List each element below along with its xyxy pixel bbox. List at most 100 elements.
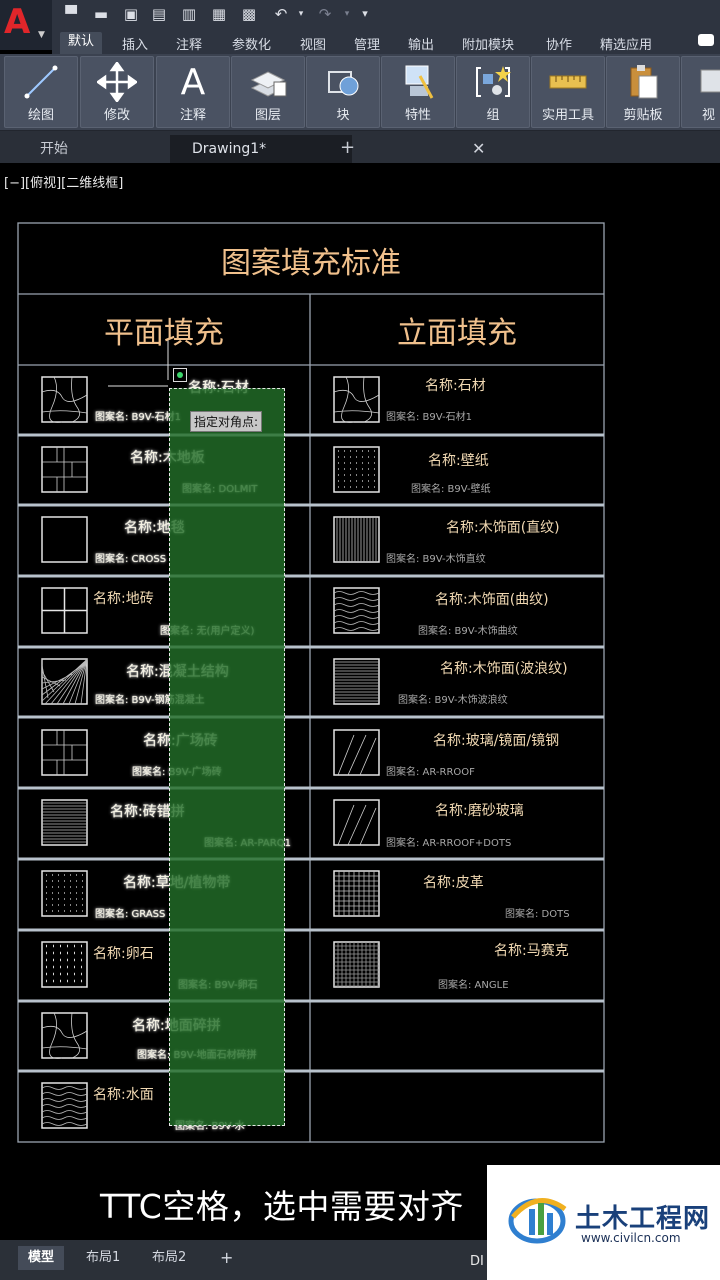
save-icon[interactable]: ▣ bbox=[122, 5, 140, 23]
elevation-fill-name: 名称:玻璃/镜面/镜钢 bbox=[433, 733, 560, 749]
modify-button[interactable]: 修改 bbox=[80, 56, 154, 128]
plan-pattern-swatch bbox=[41, 941, 88, 988]
watermark-title: 土木工程网 bbox=[575, 1204, 711, 1234]
civilcn-logo-icon bbox=[508, 1198, 567, 1244]
watermark: 土木工程网 www.civilcn.com bbox=[487, 1165, 720, 1280]
annotate-label: 注释 bbox=[179, 108, 206, 123]
plan-pattern-swatch bbox=[41, 587, 88, 634]
elevation-fill-name: 名称:木饰面(波浪纹) bbox=[440, 661, 568, 677]
elevation-fill-pattern: 图案名: DOTS bbox=[505, 909, 570, 920]
view-button[interactable]: 视 bbox=[681, 56, 720, 128]
properties-label: 特性 bbox=[404, 108, 431, 123]
elevation-fill-pattern: 图案名: B9V-木饰曲纹 bbox=[418, 626, 518, 637]
viewport-controls[interactable]: [−][俯视][二维线框] bbox=[4, 172, 123, 191]
annotate-button[interactable]: A 注释 bbox=[156, 56, 230, 128]
plan-pattern-swatch bbox=[41, 870, 88, 917]
plan-fill-name: 名称:水面 bbox=[93, 1087, 154, 1103]
group-icon bbox=[476, 66, 511, 97]
tab-model[interactable]: 模型 bbox=[18, 1246, 65, 1270]
redo-icon[interactable]: ↷ bbox=[316, 5, 334, 23]
undo-dropdown-icon[interactable]: ▾ bbox=[292, 5, 310, 23]
line-draw-icon bbox=[24, 65, 58, 99]
elevation-fill-name: 名称:木饰面(曲纹) bbox=[435, 592, 549, 608]
application-menu-button[interactable]: A ▼ bbox=[0, 0, 52, 50]
plan-pattern-swatch bbox=[41, 799, 88, 846]
block-icon bbox=[328, 71, 359, 96]
tab-default[interactable]: 默认 bbox=[60, 32, 103, 54]
tab-parametric[interactable]: 参数化 bbox=[232, 34, 271, 53]
open-folder-icon[interactable]: ▬ bbox=[92, 5, 110, 23]
plan-fill-header: 平面填充 bbox=[104, 316, 224, 351]
properties-button[interactable]: 特性 bbox=[381, 56, 455, 128]
plan-fill-name: 名称:地砖 bbox=[93, 591, 154, 607]
tab-layout1[interactable]: 布局1 bbox=[76, 1246, 130, 1270]
command-tooltip: 指定对角点: bbox=[190, 411, 263, 432]
layers-icon bbox=[250, 71, 287, 97]
tab-manage[interactable]: 管理 bbox=[354, 34, 380, 53]
share-icon[interactable]: ▦ bbox=[210, 5, 228, 23]
layers-label: 图层 bbox=[254, 108, 281, 123]
tab-start[interactable]: 开始 bbox=[18, 135, 190, 163]
tab-layout2[interactable]: 布局2 bbox=[142, 1246, 196, 1270]
elevation-pattern-swatch bbox=[333, 376, 380, 423]
save-as-icon[interactable]: ▤ bbox=[150, 5, 168, 23]
tab-output[interactable]: 输出 bbox=[408, 34, 434, 53]
watermark-url: www.civilcn.com bbox=[581, 1231, 681, 1245]
elevation-fill-name: 名称:壁纸 bbox=[428, 453, 489, 469]
print-icon[interactable]: ▩ bbox=[240, 5, 258, 23]
view-label: 视 bbox=[702, 108, 716, 123]
plan-fill-pattern: 图案名: CROSS bbox=[95, 554, 167, 565]
layers-button[interactable]: 图层 bbox=[231, 56, 305, 128]
elevation-fill-name: 名称:木饰面(直纹) bbox=[446, 520, 560, 536]
clipboard-label: 剪贴板 bbox=[623, 108, 663, 123]
tab-collaborate[interactable]: 协作 bbox=[546, 34, 572, 53]
plan-pattern-swatch bbox=[41, 1082, 88, 1129]
elevation-pattern-swatch bbox=[333, 799, 380, 846]
new-file-icon[interactable]: ▀ bbox=[62, 5, 80, 23]
undo-icon[interactable]: ↶ bbox=[272, 5, 290, 23]
customize-toolbar-icon[interactable]: ▾ bbox=[356, 5, 374, 23]
elevation-pattern-swatch bbox=[333, 516, 380, 563]
block-label: 块 bbox=[336, 108, 350, 123]
status-bar-text: DI bbox=[470, 1254, 484, 1269]
chevron-down-icon: ▼ bbox=[38, 30, 45, 40]
table-title: 图案填充标准 bbox=[221, 246, 401, 281]
plan-fill-name: 名称:卵石 bbox=[93, 946, 154, 962]
export-icon[interactable]: ▥ bbox=[180, 5, 198, 23]
move-arrows-icon bbox=[97, 62, 137, 102]
cursor-pickbox bbox=[173, 368, 187, 382]
snap-point-icon bbox=[177, 372, 183, 378]
tab-insert[interactable]: 插入 bbox=[122, 34, 148, 53]
clipboard-icon bbox=[630, 65, 658, 99]
tab-annotate[interactable]: 注释 bbox=[176, 34, 202, 53]
elevation-fill-name: 名称:石材 bbox=[425, 378, 486, 394]
new-tab-plus-icon[interactable]: + bbox=[340, 137, 355, 158]
measure-icon bbox=[549, 75, 587, 89]
elevation-fill-pattern: 图案名: AR-RROOF+DOTS bbox=[386, 838, 512, 849]
add-layout-plus-icon[interactable]: + bbox=[210, 1246, 243, 1270]
tab-view[interactable]: 视图 bbox=[300, 34, 326, 53]
tab-featured-apps[interactable]: 精选应用 bbox=[600, 34, 652, 53]
elevation-pattern-swatch bbox=[333, 446, 380, 493]
elevation-fill-pattern: 图案名: B9V-壁纸 bbox=[411, 484, 491, 495]
modify-label: 修改 bbox=[103, 108, 130, 123]
block-button[interactable]: 块 bbox=[306, 56, 380, 128]
utilities-button[interactable]: 实用工具 bbox=[531, 56, 605, 128]
elevation-fill-name: 名称:马赛克 bbox=[494, 943, 569, 959]
redo-dropdown-icon[interactable]: ▾ bbox=[338, 5, 356, 23]
file-tab-bar: 开始 Drawing1* ✕ + bbox=[0, 131, 720, 163]
ribbon-toggle-icon[interactable] bbox=[698, 34, 714, 46]
tab-drawing1[interactable]: Drawing1* ✕ bbox=[170, 135, 485, 163]
draw-button[interactable]: 绘图 bbox=[4, 56, 78, 128]
crossing-selection-window bbox=[169, 388, 285, 1126]
elevation-pattern-swatch bbox=[333, 870, 380, 917]
elevation-fill-name: 名称:皮革 bbox=[423, 875, 484, 891]
elevation-fill-pattern: 图案名: AR-RROOF bbox=[386, 767, 475, 778]
group-button[interactable]: 组 bbox=[456, 56, 530, 128]
clipboard-button[interactable]: 剪贴板 bbox=[606, 56, 680, 128]
elevation-pattern-swatch bbox=[333, 729, 380, 776]
elevation-fill-name: 名称:磨砂玻璃 bbox=[435, 803, 524, 819]
close-icon[interactable]: ✕ bbox=[472, 135, 485, 163]
group-label: 组 bbox=[486, 108, 500, 123]
tab-addins[interactable]: 附加模块 bbox=[462, 34, 514, 53]
